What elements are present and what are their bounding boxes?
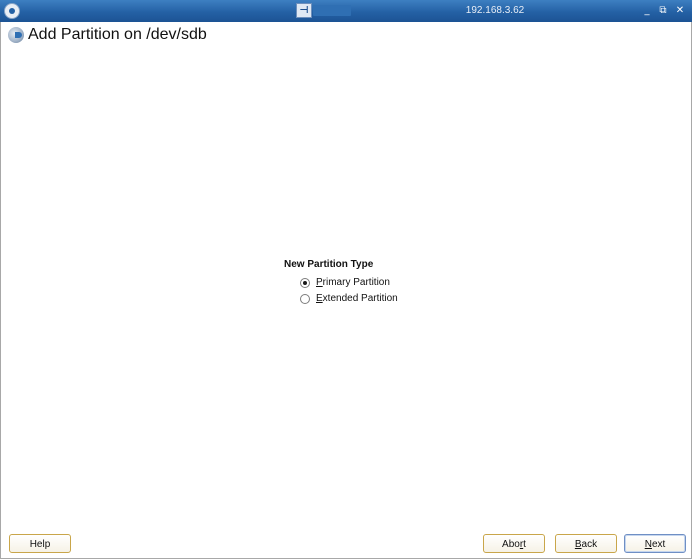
window-titlebar[interactable]: ⊣ 192.168.3.62 _ ⧉ ✕ [0,0,692,23]
restore-icon[interactable]: ⧉ [656,3,670,18]
abort-button[interactable]: Abort [483,534,545,553]
pin-tab [313,5,351,16]
back-button[interactable]: Back [555,534,617,553]
window-title: 192.168.3.62 [465,5,525,16]
page-title: Add Partition on /dev/sdb [28,26,207,43]
extended-partition-radio[interactable] [300,294,310,304]
pin-icon[interactable]: ⊣ [296,3,312,18]
partition-type-group-title: New Partition Type [284,259,374,270]
primary-partition-option[interactable]: Primary Partition [300,275,430,291]
primary-partition-radio[interactable] [300,278,310,288]
primary-partition-label[interactable]: Primary Partition [316,276,390,290]
extended-partition-option[interactable]: Extended Partition [300,291,430,307]
minimize-icon[interactable]: _ [640,3,654,18]
next-button[interactable]: Next [624,534,686,553]
opensuse-logo-icon [4,3,20,19]
help-button[interactable]: Help [9,534,71,553]
extended-partition-label[interactable]: Extended Partition [316,292,398,306]
yast-partitioner-icon [8,27,24,43]
close-icon[interactable]: ✕ [673,3,687,18]
